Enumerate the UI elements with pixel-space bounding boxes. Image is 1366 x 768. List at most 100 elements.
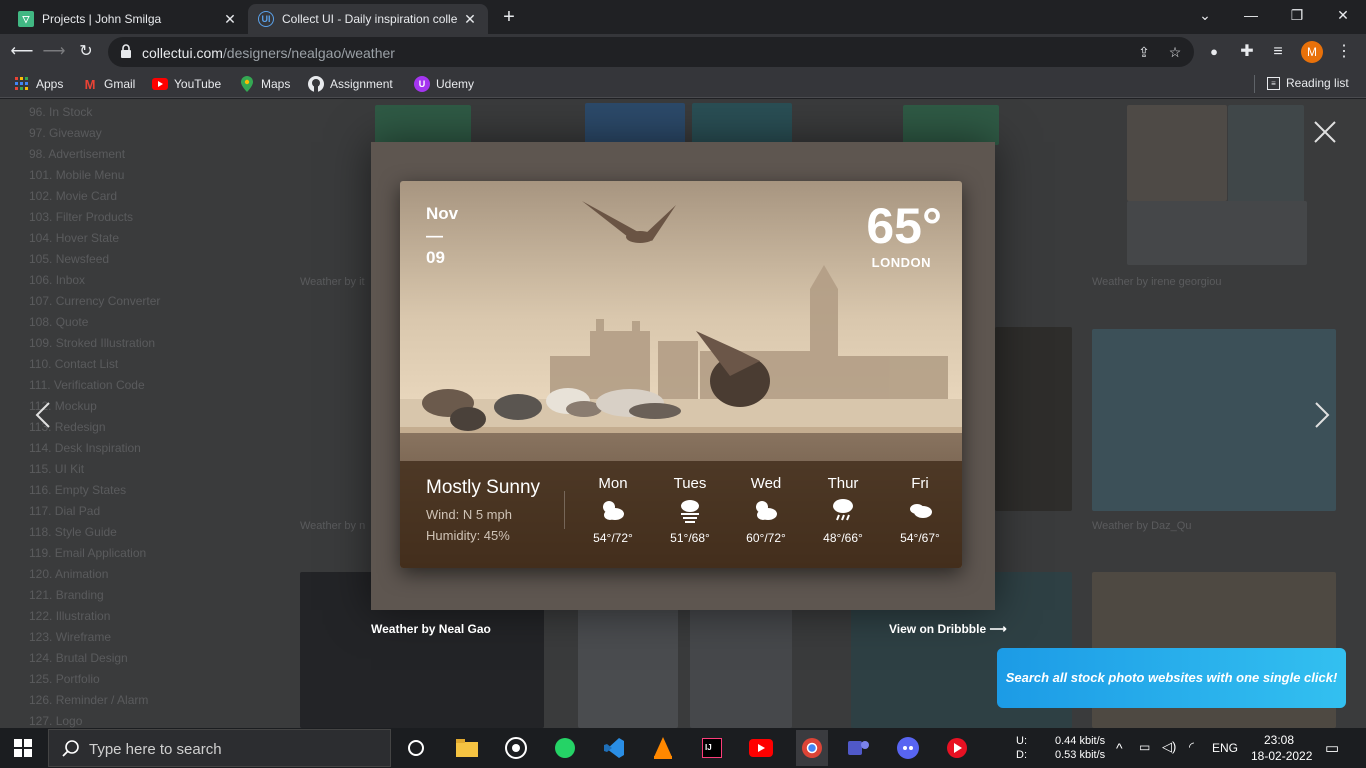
thumbnail-caption[interactable]: Weather by irene georgiou (1092, 276, 1221, 288)
restore-button[interactable]: ❐ (1274, 0, 1320, 30)
obs-icon[interactable] (502, 734, 530, 762)
sidebar-category-item[interactable]: 125. Portfolio (29, 672, 100, 686)
thumbnail[interactable] (375, 105, 471, 145)
sidebar-category-item[interactable]: 109. Stroked Illustration (29, 336, 155, 350)
extension-icon[interactable]: ● (1202, 40, 1226, 64)
stock-photo-ad-banner[interactable]: Search all stock photo websites with one… (997, 648, 1346, 708)
youtube-app-icon[interactable] (747, 734, 775, 762)
taskbar-search[interactable]: Type here to search (48, 729, 391, 767)
sidebar-category-item[interactable]: 96. In Stock (29, 105, 92, 119)
sidebar-category-item[interactable]: 126. Reminder / Alarm (29, 693, 148, 707)
tab-projects[interactable]: ▽ Projects | John Smilga ✕ (8, 4, 248, 34)
file-explorer-icon[interactable] (453, 734, 481, 762)
close-window-button[interactable]: ✕ (1320, 0, 1366, 30)
intellij-icon[interactable]: IJ (698, 734, 726, 762)
vlc-icon[interactable] (649, 734, 677, 762)
toolbar: ⟵ ⟶ ↻ collectui.com/designers/nealgao/we… (0, 34, 1366, 70)
windows-start-icon[interactable] (14, 739, 32, 757)
bookmark-youtube[interactable]: YouTube (152, 76, 221, 92)
lightbox-frame: Nov — 09 65° LONDON Mostly Sunny Wind: N… (371, 142, 995, 610)
menu-icon[interactable]: ⋮ (1332, 40, 1356, 64)
reading-list-button[interactable]: ≡ Reading list (1267, 76, 1349, 90)
thumbnail[interactable] (585, 103, 685, 147)
date-month: Nov (426, 204, 459, 223)
sidebar-category-item[interactable]: 124. Brutal Design (29, 651, 128, 665)
sidebar-category-item[interactable]: 106. Inbox (29, 273, 85, 287)
sidebar-category-item[interactable]: 104. Hover State (29, 231, 119, 245)
tray-chevron-icon[interactable]: ^ (1116, 740, 1123, 756)
shot-title[interactable]: Weather by Neal Gao (371, 622, 491, 636)
sidebar-category-item[interactable]: 97. Giveaway (29, 126, 102, 140)
tab-collectui[interactable]: UI Collect UI - Daily inspiration colle … (248, 4, 488, 34)
cortana-icon[interactable] (402, 734, 430, 762)
thumbnail[interactable] (1092, 329, 1336, 511)
bookmark-star-icon[interactable]: ☆ (1165, 42, 1185, 62)
sidebar-category-item[interactable]: 102. Movie Card (29, 189, 117, 203)
thumbnail[interactable] (903, 105, 999, 145)
sidebar-category-item[interactable]: 110. Contact List (29, 357, 118, 371)
share-icon[interactable]: ⇪ (1134, 42, 1154, 62)
sidebar-category-item[interactable]: 114. Desk Inspiration (29, 441, 141, 455)
thumbnail-caption[interactable]: Weather by it (300, 276, 365, 288)
bookmark-apps[interactable]: Apps (14, 76, 63, 92)
bookmark-label: Maps (261, 77, 291, 91)
view-on-dribbble-link[interactable]: View on Dribbble ⟶ (889, 622, 1007, 636)
sidebar-category-item[interactable]: 121. Branding (29, 588, 104, 602)
teams-icon[interactable] (845, 734, 873, 762)
close-tab-icon[interactable]: ✕ (462, 11, 478, 28)
previous-arrow-icon[interactable] (35, 401, 51, 429)
wifi-icon[interactable]: ◜ (1189, 739, 1194, 755)
sidebar-category-item[interactable]: 103. Filter Products (29, 210, 133, 224)
sidebar-category-item[interactable]: 118. Style Guide (29, 525, 117, 539)
sidebar-category-item[interactable]: 115. UI Kit (29, 462, 84, 476)
bookmark-maps[interactable]: Maps (239, 76, 290, 92)
clock-time[interactable]: 23:08 (1264, 733, 1294, 747)
thumbnail-caption[interactable]: Weather by n (300, 520, 365, 532)
whatsapp-icon[interactable] (551, 734, 579, 762)
vscode-icon[interactable] (600, 734, 628, 762)
tab-search-icon[interactable]: ⌄ (1182, 0, 1228, 30)
sidebar-category-item[interactable]: 122. Illustration (29, 609, 110, 623)
thumbnail[interactable] (1127, 105, 1227, 201)
reload-icon[interactable]: ↻ (74, 40, 98, 64)
profile-avatar[interactable]: M (1301, 41, 1323, 63)
close-tab-icon[interactable]: ✕ (222, 11, 238, 28)
puzzle-icon[interactable]: ✚ (1235, 40, 1259, 64)
media-icon[interactable]: ≡ (1266, 40, 1290, 64)
minimize-button[interactable]: — (1228, 0, 1274, 30)
sidebar-category-item[interactable]: 101. Mobile Menu (29, 168, 124, 182)
media-player-icon[interactable] (943, 734, 971, 762)
sidebar-category-item[interactable]: 120. Animation (29, 567, 108, 581)
bookmark-gmail[interactable]: M Gmail (82, 76, 136, 92)
next-arrow-icon[interactable] (1314, 401, 1330, 429)
volume-icon[interactable]: ◁) (1162, 739, 1176, 755)
bookmark-udemy[interactable]: U Udemy (414, 76, 474, 92)
notification-icon[interactable]: ▭ (1325, 739, 1339, 757)
sidebar-category-item[interactable]: 117. Dial Pad (29, 504, 100, 518)
forward-icon[interactable]: ⟶ (42, 40, 66, 64)
back-icon[interactable]: ⟵ (10, 40, 34, 64)
discord-icon[interactable] (894, 734, 922, 762)
sidebar-category-item[interactable]: 111. Verification Code (29, 378, 145, 392)
chrome-icon[interactable] (796, 730, 828, 766)
thumbnail[interactable] (1228, 105, 1304, 209)
address-bar[interactable]: collectui.com/designers/nealgao/weather … (108, 37, 1194, 67)
close-icon[interactable] (1313, 120, 1337, 144)
bookmark-assignment[interactable]: Assignment (308, 76, 393, 92)
sidebar-category-item[interactable]: 127. Logo (29, 714, 82, 728)
sidebar-category-item[interactable]: 123. Wireframe (29, 630, 111, 644)
sidebar-category-item[interactable]: 108. Quote (29, 315, 88, 329)
thumbnail[interactable] (692, 103, 792, 147)
sidebar-category-item[interactable]: 105. Newsfeed (29, 252, 109, 266)
language-indicator[interactable]: ENG (1212, 741, 1238, 755)
clock-date[interactable]: 18-02-2022 (1251, 749, 1312, 763)
battery-icon[interactable]: ▭ (1139, 740, 1150, 754)
thumbnail[interactable] (995, 327, 1072, 511)
thumbnail[interactable] (1127, 201, 1307, 265)
sidebar-category-item[interactable]: 98. Advertisement (29, 147, 125, 161)
new-tab-button[interactable]: + (498, 6, 520, 28)
sidebar-category-item[interactable]: 116. Empty States (29, 483, 126, 497)
sidebar-category-item[interactable]: 107. Currency Converter (29, 294, 160, 308)
thumbnail-caption[interactable]: Weather by Daz_Qu (1092, 520, 1191, 532)
sidebar-category-item[interactable]: 119. Email Application (29, 546, 146, 560)
